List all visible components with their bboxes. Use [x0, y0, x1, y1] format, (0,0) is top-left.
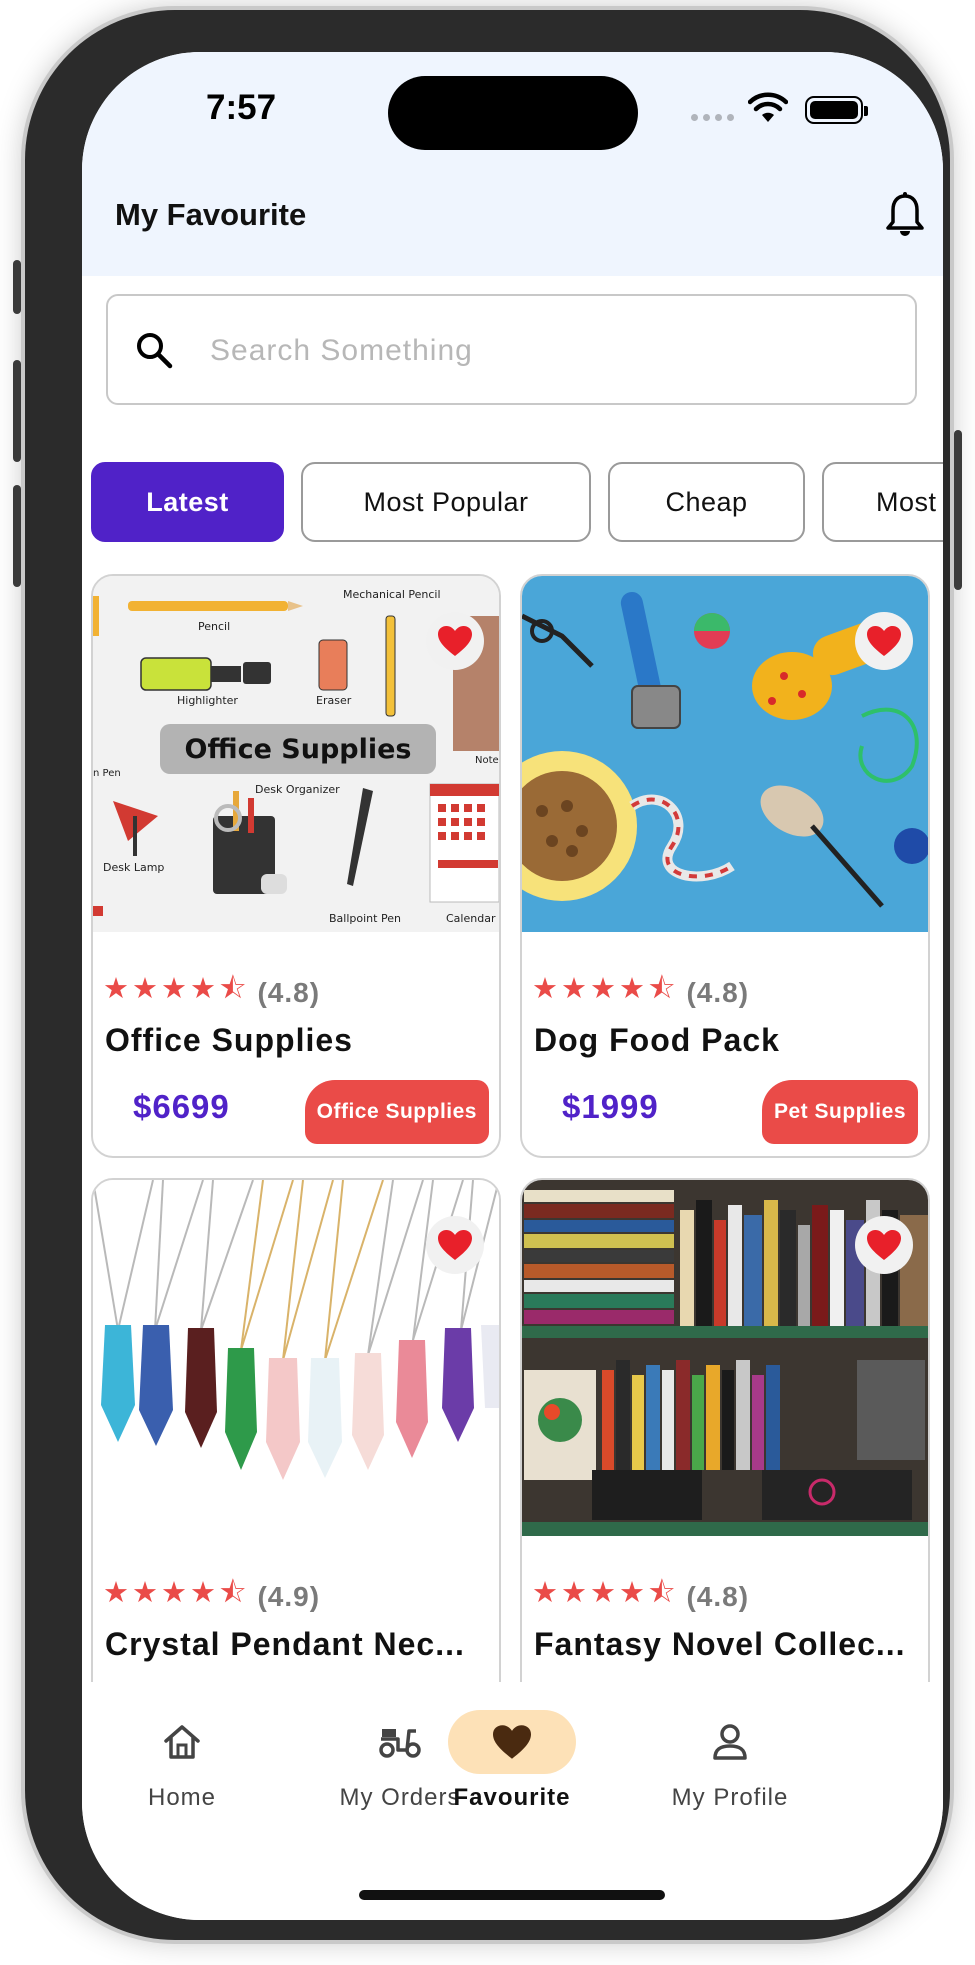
screen: 7:57 My Favourite Search Something Lates… — [82, 52, 943, 1920]
rating-value: (4.8) — [686, 1580, 750, 1612]
power-button — [954, 430, 962, 590]
heart-icon — [438, 1230, 472, 1260]
wifi-icon — [748, 92, 788, 122]
nav-label: Favourite — [453, 1784, 571, 1811]
image-banner-text: Office Supplies — [185, 734, 412, 765]
person-icon — [713, 1724, 747, 1760]
nav-label: My Profile — [671, 1784, 789, 1811]
nav-my-profile[interactable]: My Profile — [630, 1710, 830, 1820]
heart-icon — [867, 1230, 901, 1260]
star-rating-icon: ★★★★⯪ — [103, 973, 250, 1005]
volume-down-button — [13, 485, 21, 587]
rating: ★★★★⯪ (4.8) — [103, 968, 320, 1017]
star-rating-icon: ★★★★⯪ — [532, 973, 679, 1005]
chip-most-popular[interactable]: Most Popular — [301, 462, 591, 542]
filter-chips: Latest Most Popular Cheap Most — [91, 462, 943, 542]
category-tag: Pet Supplies — [761, 1080, 918, 1144]
rating: ★★★★⯪ (4.9) — [103, 1572, 320, 1621]
search-icon — [137, 333, 173, 369]
product-card[interactable]: ★★★★⯪ (4.8) Fantasy Novel Collec... — [520, 1178, 930, 1682]
nav-favourite[interactable]: Favourite — [412, 1710, 612, 1820]
product-card[interactable]: Pencil Mechanical Pencil Highlighter Era… — [91, 574, 501, 1158]
product-grid: Pencil Mechanical Pencil Highlighter Era… — [82, 574, 943, 1682]
star-rating-icon: ★★★★⯪ — [103, 1577, 250, 1609]
rating: ★★★★⯪ (4.8) — [532, 1572, 749, 1621]
search-input[interactable] — [208, 322, 872, 380]
image-caption: Pencil — [198, 620, 230, 633]
chip-cheap[interactable]: Cheap — [608, 462, 805, 542]
rating-value: (4.8) — [686, 976, 750, 1008]
bottom-navigation: Home My Orders Favourite My Profile — [82, 1682, 943, 1920]
status-time: 7:57 — [206, 88, 277, 127]
image-caption: Desk Organizer — [255, 783, 340, 796]
star-rating-icon: ★★★★⯪ — [532, 1577, 679, 1609]
home-icon — [164, 1725, 200, 1759]
image-caption: Desk Lamp — [103, 861, 164, 874]
product-card[interactable]: ★★★★⯪ (4.8) Dog Food Pack $1999 Pet Supp… — [520, 574, 930, 1158]
product-price: $1999 — [562, 1088, 659, 1125]
category-tag: Office Supplies — [304, 1080, 489, 1144]
image-caption: Calendar — [446, 912, 496, 925]
favourite-button[interactable] — [426, 1216, 484, 1274]
image-caption: Highlighter — [177, 694, 238, 707]
battery-icon — [805, 96, 868, 124]
phone-frame: 7:57 My Favourite Search Something Lates… — [13, 10, 962, 1940]
image-caption: Ballpoint Pen — [329, 912, 401, 925]
favourite-button[interactable] — [426, 612, 484, 670]
image-caption: Notel — [475, 755, 499, 766]
product-card[interactable]: ★★★★⯪ (4.9) Crystal Pendant Nec... — [91, 1178, 501, 1682]
product-name: Office Supplies — [105, 1022, 353, 1058]
home-indicator — [359, 1890, 665, 1900]
image-caption: Mechanical Pencil — [343, 588, 441, 601]
nav-home[interactable]: Home — [82, 1710, 282, 1820]
rating-value: (4.8) — [257, 976, 321, 1008]
favourite-button[interactable] — [855, 1216, 913, 1274]
image-caption: Eraser — [316, 694, 352, 707]
product-name: Fantasy Novel Collec... — [534, 1626, 906, 1662]
nav-label: Home — [147, 1784, 217, 1811]
search-bar[interactable] — [106, 294, 917, 405]
heart-icon — [493, 1725, 531, 1759]
heart-icon — [867, 626, 901, 656]
bell-icon[interactable] — [885, 192, 925, 238]
product-name: Crystal Pendant Nec... — [105, 1626, 465, 1662]
page-title: My Favourite — [115, 197, 307, 232]
app-header: 7:57 My Favourite — [82, 52, 943, 276]
product-price: $6699 — [133, 1088, 230, 1125]
volume-up-button — [13, 360, 21, 462]
rating-value: (4.9) — [257, 1580, 321, 1612]
rating: ★★★★⯪ (4.8) — [532, 968, 749, 1017]
dynamic-island — [388, 76, 638, 150]
action-button — [13, 260, 21, 314]
chip-most[interactable]: Most — [822, 462, 943, 542]
cellular-signal-icon — [691, 114, 735, 124]
chip-latest[interactable]: Latest — [91, 462, 284, 542]
favourite-button[interactable] — [855, 612, 913, 670]
image-caption: n Pen — [93, 768, 121, 779]
heart-icon — [438, 626, 472, 656]
product-name: Dog Food Pack — [534, 1022, 780, 1058]
